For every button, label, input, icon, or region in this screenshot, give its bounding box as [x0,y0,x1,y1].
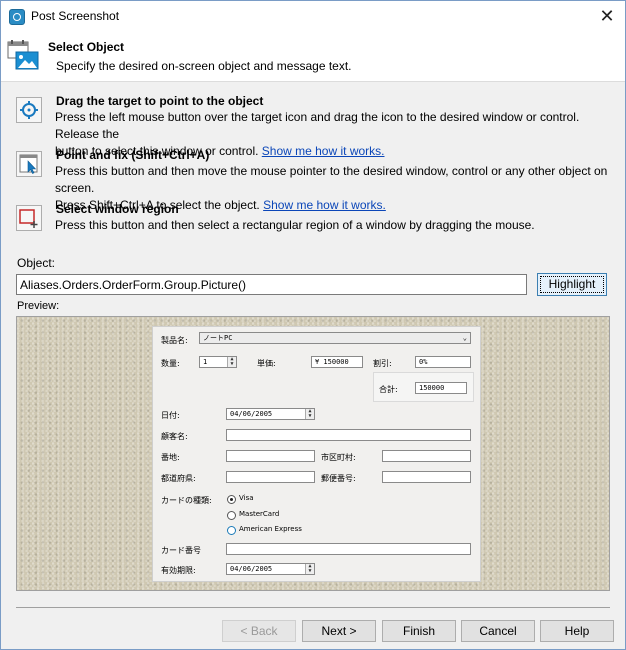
pf-qty-label: 数量: [161,359,180,368]
pf-radio-amex-label: American Express [239,525,302,533]
pf-city-input [382,450,471,462]
footer-separator [16,607,610,608]
pf-expiry-value: 04/06/2005 [230,565,273,573]
option-point-fix-desc-line1: Press this button and then move the mous… [55,164,608,195]
object-label: Object: [17,256,56,270]
pf-prefecture-label: 都道府県: [161,474,196,483]
pf-product-label: 製品名: [161,336,188,345]
pf-radio-mastercard [227,511,236,520]
pf-address-input [226,450,315,462]
object-input[interactable] [16,274,527,295]
pf-qty-value: 1 [203,358,208,366]
pf-qty-spinner-icon: ▲ ▼ [227,357,236,367]
preview-label: Preview: [17,300,60,312]
pf-discount-label: 割引: [373,359,392,368]
pf-date-value: 04/06/2005 [230,410,273,418]
pf-discount-value: 0% [419,358,428,366]
pf-expiry-spinner-icon: ▲ ▼ [305,564,314,574]
pf-product-select: ノートPC ⌄ [199,332,471,344]
pf-address-label: 番地: [161,453,180,462]
pf-city-label: 市区町村: [321,453,356,462]
cancel-button[interactable]: Cancel [461,620,535,642]
pf-card-no-label: カード番号 [161,546,201,555]
pf-card-no-input [226,543,471,555]
pf-product-value: ノートPC [203,334,233,342]
pf-total-value: 150000 [419,384,445,392]
crosshair-target-icon [20,101,38,119]
region-select-icon [19,209,38,228]
pf-radio-visa-label: Visa [239,494,254,502]
point-and-fix-button[interactable] [16,151,42,177]
preview-form-screenshot: 製品名: ノートPC ⌄ 数量: 1 ▲ ▼ 単価: ¥ 150000 割引: 0… [152,326,481,582]
show-me-link-point-fix[interactable]: Show me how it works. [263,198,386,212]
close-icon[interactable]: ✕ [595,4,619,28]
pf-total-input: 150000 [415,382,467,394]
pf-radio-visa [227,495,236,504]
pf-customer-input [226,429,471,441]
help-button[interactable]: Help [540,620,614,642]
header-title: Select Object [48,40,125,54]
pf-zip-input [382,471,471,483]
pf-radio-amex [227,526,236,535]
pf-date-input: 04/06/2005 ▲ ▼ [226,408,315,420]
pf-discount-input: 0% [415,356,471,368]
pf-zip-label: 郵便番号: [321,474,356,483]
option-point-fix-title: Point and fix (Shift+Ctrl+A) [56,148,210,162]
pf-price-input: ¥ 150000 [311,356,363,368]
wizard-header: Select Object Specify the desired on-scr… [1,31,625,82]
option-region-desc-line1: Press this button and then select a rect… [55,218,535,232]
window-pointer-icon [19,154,38,174]
post-screenshot-dialog: Post Screenshot ✕ Select Object Specify … [0,0,626,650]
pf-price-value: ¥ 150000 [315,358,349,366]
pf-radio-mastercard-label: MasterCard [239,510,280,518]
option-drag-title: Drag the target to point to the object [56,94,264,108]
option-drag-desc-line1: Press the left mouse button over the tar… [55,110,580,141]
pf-date-spinner-icon: ▲ ▼ [305,409,314,419]
pf-prefecture-input [226,471,315,483]
pf-expiry-label: 有効期限: [161,566,196,575]
option-region-title: Select window region [56,202,179,216]
finish-button[interactable]: Finish [382,620,456,642]
back-button[interactable]: < Back [222,620,296,642]
window-title: Post Screenshot [31,9,120,23]
show-me-link-drag[interactable]: Show me how it works. [262,144,385,158]
highlight-button[interactable]: Highlight [537,273,607,296]
select-region-button[interactable] [16,205,42,231]
next-button[interactable]: Next > [302,620,376,642]
pf-total-label: 合計: [379,385,398,394]
pf-price-label: 単価: [257,359,276,368]
calendar-image-icon [7,40,39,70]
app-icon [9,9,25,25]
title-bar: Post Screenshot ✕ [1,1,625,31]
option-region-description: Press this button and then select a rect… [55,217,610,234]
header-subtitle: Specify the desired on-screen object and… [56,59,352,73]
pf-card-type-label: カードの種類: [161,496,212,505]
pf-chevron-down-icon: ⌄ [462,334,467,342]
drag-target-button[interactable] [16,97,42,123]
preview-pane: 製品名: ノートPC ⌄ 数量: 1 ▲ ▼ 単価: ¥ 150000 割引: 0… [16,316,610,591]
pf-qty-input: 1 ▲ ▼ [199,356,237,368]
pf-expiry-input: 04/06/2005 ▲ ▼ [226,563,315,575]
pf-customer-label: 顧客名: [161,432,188,441]
pf-date-label: 日付: [161,411,180,420]
